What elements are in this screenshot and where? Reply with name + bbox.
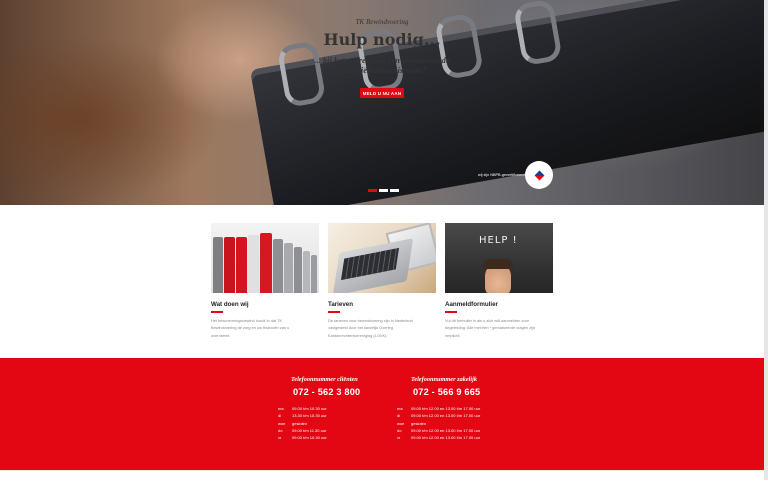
hours-time: 13.30 t/m 15.30 uur (292, 413, 327, 419)
hours-day: vr (397, 435, 401, 441)
hours-day: ma (278, 406, 284, 411)
folder-shape (260, 233, 272, 293)
card-text-line: Het beschermingsbewind houdt in dat TK (211, 317, 283, 323)
phone-number[interactable]: 072 - 562 3 800 (293, 387, 360, 397)
hours-time: gesloten (411, 420, 427, 426)
hours-day: vr (278, 435, 282, 441)
hours-time: 09.00 t/m 12.00 en 13.00 t/m 17.00 uur (411, 406, 481, 411)
card-aanmeldformulier[interactable]: HELP ! Aanmeldformulier Vul dit formulie… (445, 223, 553, 339)
hero-banner: TK Bewindvoering Hulp nodig... ... bij h… (0, 0, 764, 205)
signup-button[interactable]: MELD U NU AAN (360, 88, 404, 98)
slider-dot[interactable] (390, 189, 399, 192)
card-tarieven[interactable]: Tarieven De tarieven voor bewindvoering … (328, 223, 436, 339)
hero-subtitle-line: ... bij het voeren van een verantwoorde (314, 55, 450, 65)
footer-strip (0, 470, 764, 481)
slider-dots (368, 189, 399, 192)
card-text-line: Kantonrechtersvereniging (LOVK). (328, 332, 388, 338)
hours-day: do (397, 427, 402, 433)
hero-title: Hulp nodig... (323, 30, 441, 49)
card-text-line: Bewindvoering de zorg en uw financiën va… (211, 325, 290, 331)
certification-badge[interactable] (525, 161, 553, 189)
card-image-laptop[interactable] (328, 223, 436, 293)
hours-day: do (278, 427, 283, 433)
feature-cards: Wat doen wij Het beschermingsbewind houd… (211, 223, 554, 343)
card-image-help[interactable]: HELP ! (445, 223, 553, 293)
hours-row: ma 09.00 t/m 12.00 en 13.00 t/m 17.00 uur (397, 405, 517, 412)
card-text-line: verplicht. (445, 332, 461, 338)
card-text: De tarieven voor bewindvoering zijn in N… (328, 317, 436, 340)
card-title[interactable]: Aanmeldformulier (445, 301, 553, 308)
hours-time: 09.00 t/m 10.30 uur (292, 406, 327, 411)
slider-dot[interactable] (368, 189, 377, 192)
help-sign-text: HELP ! (479, 235, 518, 246)
hours-row: di 13.30 t/m 15.30 uur (278, 412, 398, 419)
hours-row: di 09.00 t/m 12.00 en 13.00 t/m 17.00 uur (397, 412, 517, 419)
card-text-line: overneemt. (211, 332, 231, 338)
hours-row: do 09.00 t/m 12.00 en 13.00 t/m 17.00 uur (397, 427, 517, 434)
card-text-line: De tarieven voor bewindvoering zijn in N… (328, 317, 413, 323)
hours-day: di (397, 413, 401, 419)
card-text: Het beschermingsbewind houdt in dat TK B… (211, 317, 319, 340)
opening-hours: ma 09.00 t/m 10.30 uur di 13.30 t/m 15.30 … (278, 405, 398, 441)
certification-caption: wij zijn NBPB-gecertificeerd (478, 173, 525, 177)
folder-shape (311, 255, 317, 293)
hours-row: vr 09.00 t/m 10.30 uur (278, 434, 398, 441)
contact-label: Telefoonnummer cliënten (291, 376, 358, 383)
hours-row: vr 09.00 t/m 12.00 en 13.00 t/m 17.00 uur (397, 434, 517, 441)
card-image-folders[interactable] (211, 223, 319, 293)
hours-day: di (278, 413, 282, 419)
certification-logo-icon (534, 170, 544, 180)
card-text-line: vastgesteld door het landelijk Overleg (328, 325, 393, 331)
card-text-line: Vul dit formulier in als u zich wilt aan… (445, 317, 529, 323)
folder-shape (213, 237, 223, 293)
contact-section: Telefoonnummer cliënten 072 - 562 3 800 … (0, 358, 764, 470)
page: TK Bewindvoering Hulp nodig... ... bij h… (0, 0, 768, 481)
hero-kicker: TK Bewindvoering (355, 18, 409, 26)
folder-shape (273, 239, 283, 293)
card-title[interactable]: Tarieven (328, 301, 436, 308)
hours-day: woe (278, 420, 286, 426)
hours-row: woe gesloten (397, 420, 517, 427)
folder-shape (224, 237, 235, 293)
folder-shape (303, 251, 310, 293)
hero-subtitle-line: financiële administratie? (338, 65, 426, 75)
contact-label: Telefoonnummer zakelijk (411, 376, 478, 383)
card-title[interactable]: Wat doen wij (211, 301, 319, 308)
folder-shape (294, 247, 302, 293)
card-title-underline (328, 311, 340, 313)
person-hair-shape (483, 259, 513, 269)
card-text: Vul dit formulier in als u zich wilt aan… (445, 317, 553, 340)
hours-row: ma 09.00 t/m 10.30 uur (278, 405, 398, 412)
hours-row: woe gesloten (278, 420, 398, 427)
hours-time: 09.00 t/m 11.30 uur (292, 427, 327, 433)
hours-time: 09.00 t/m 12.00 en 13.00 t/m 17.00 uur (411, 413, 481, 419)
hours-time: 09.00 t/m 10.30 uur (292, 435, 327, 441)
card-text-line: begeleiding. Alle met een * gemarkeerde … (445, 325, 535, 331)
folder-shape (248, 235, 259, 293)
hero-subtitle: ... bij het voeren van een verantwoorde … (0, 55, 764, 75)
phone-number[interactable]: 072 - 566 9 665 (413, 387, 480, 397)
hours-time: 09.00 t/m 12.00 en 13.00 t/m 17.00 uur (411, 435, 481, 441)
card-wat-doen-wij[interactable]: Wat doen wij Het beschermingsbewind houd… (211, 223, 319, 339)
hours-day: woe (397, 420, 405, 426)
card-title-underline (211, 311, 223, 313)
card-title-underline (445, 311, 457, 313)
hours-row: do 09.00 t/m 11.30 uur (278, 427, 398, 434)
hours-time: gesloten (292, 420, 308, 426)
folder-shape (284, 243, 293, 293)
opening-hours: ma 09.00 t/m 12.00 en 13.00 t/m 17.00 uur… (397, 405, 517, 441)
folder-shape (236, 237, 247, 293)
hours-time: 09.00 t/m 12.00 en 13.00 t/m 17.00 uur (411, 427, 481, 433)
slider-dot[interactable] (379, 189, 388, 192)
hours-day: ma (397, 406, 403, 411)
